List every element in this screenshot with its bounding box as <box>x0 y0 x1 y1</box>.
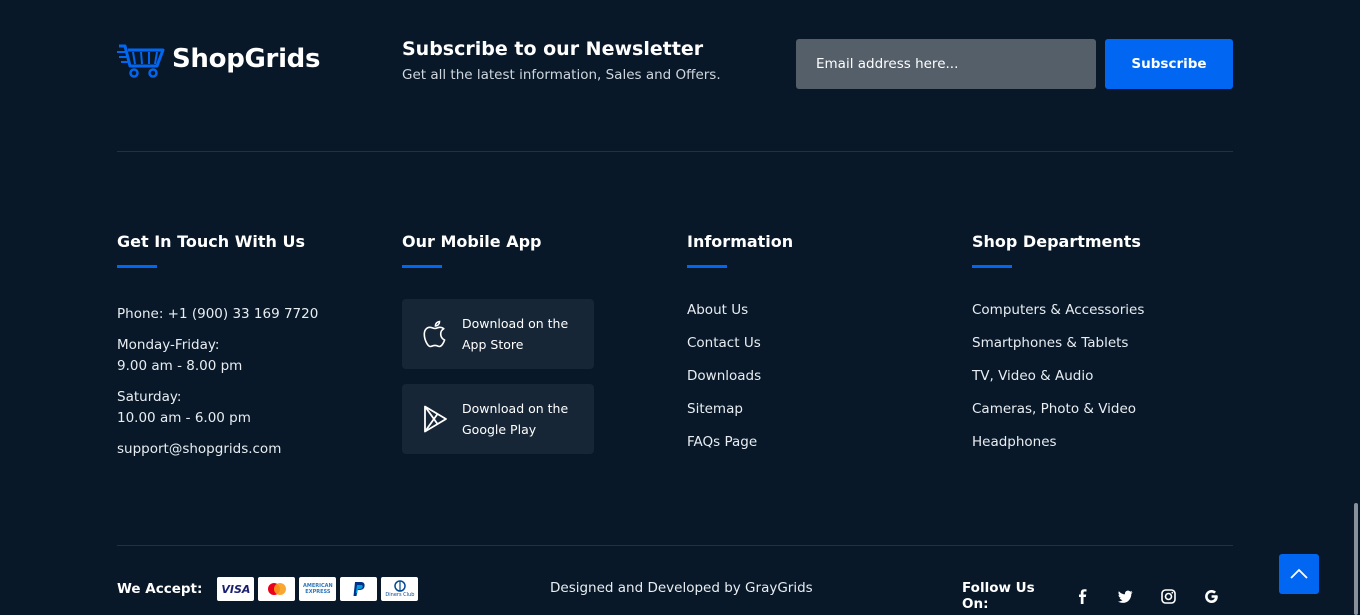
app-store-line1: Download on the <box>462 316 569 331</box>
american-express-icon: AMERICAN EXPRESS <box>299 577 337 601</box>
brand-name: ShopGrids <box>172 44 321 74</box>
brand-logo[interactable]: ShopGrids <box>117 38 320 80</box>
departments-column: Shop Departments Computers & Accessories… <box>972 232 1242 465</box>
app-store-button[interactable]: Download on the App Store <box>402 299 594 369</box>
diners-text: Diners Club <box>385 592 415 598</box>
newsletter-subtitle: Get all the latest information, Sales an… <box>402 67 721 83</box>
follow-label: Follow Us On: <box>962 580 1035 612</box>
link-smartphones[interactable]: Smartphones & Tablets <box>972 333 1242 366</box>
contact-column: Get In Touch With Us Phone: +1 (900) 33 … <box>117 232 387 460</box>
play-store-icon <box>424 405 447 433</box>
title-underline <box>402 265 442 268</box>
contact-email[interactable]: support@shopgrids.com <box>117 439 387 460</box>
google-icon[interactable] <box>1190 589 1233 604</box>
saturday-hours: 10.00 am - 6.00 pm <box>117 410 251 426</box>
title-underline <box>972 265 1012 268</box>
saturday-label: Saturday: <box>117 389 182 405</box>
social-follow: Follow Us On: <box>962 580 1233 612</box>
apple-icon <box>423 320 446 348</box>
diners-club-icon: Diners Club <box>381 577 419 601</box>
newsletter-text: Subscribe to our Newsletter Get all the … <box>402 38 721 83</box>
google-play-line2: Google Play <box>462 422 537 437</box>
subscribe-button[interactable]: Subscribe <box>1105 39 1233 89</box>
mobile-app-column: Our Mobile App Download on the App Store <box>402 232 672 454</box>
link-sitemap[interactable]: Sitemap <box>687 399 957 432</box>
information-column: Information About Us Contact Us Download… <box>687 232 957 465</box>
instagram-icon[interactable] <box>1147 588 1190 604</box>
contact-title: Get In Touch With Us <box>117 232 305 251</box>
mastercard-icon <box>258 577 296 601</box>
link-computers[interactable]: Computers & Accessories <box>972 300 1242 333</box>
payment-methods: We Accept: VISA AMERICAN EXPRESS Diners … <box>117 577 422 601</box>
visa-text: VISA <box>221 582 251 596</box>
visa-icon: VISA <box>217 577 255 601</box>
credit-text: Designed and Developed by GrayGrids <box>550 580 813 596</box>
amex-text: AMERICAN EXPRESS <box>303 583 333 595</box>
link-tv-video[interactable]: TV, Video & Audio <box>972 366 1242 399</box>
google-play-line1: Download on the <box>462 401 569 416</box>
link-headphones[interactable]: Headphones <box>972 432 1242 465</box>
title-underline <box>687 265 727 268</box>
mobile-app-title: Our Mobile App <box>402 232 542 251</box>
contact-phone[interactable]: Phone: +1 (900) 33 169 7720 <box>117 304 387 325</box>
chevron-up-icon <box>1290 568 1308 579</box>
page-scrollbar[interactable] <box>1352 0 1360 615</box>
email-input[interactable] <box>796 39 1096 89</box>
link-downloads[interactable]: Downloads <box>687 366 957 399</box>
google-play-button[interactable]: Download on the Google Play <box>402 384 594 454</box>
link-contact-us[interactable]: Contact Us <box>687 333 957 366</box>
information-title: Information <box>687 232 794 251</box>
link-faqs[interactable]: FAQs Page <box>687 432 957 465</box>
departments-title: Shop Departments <box>972 232 1141 251</box>
newsletter-title: Subscribe to our Newsletter <box>402 38 704 60</box>
facebook-icon[interactable] <box>1061 588 1104 604</box>
top-divider <box>117 151 1233 152</box>
twitter-icon[interactable] <box>1104 589 1147 604</box>
link-cameras[interactable]: Cameras, Photo & Video <box>972 399 1242 432</box>
scrollbar-thumb[interactable] <box>1354 503 1358 615</box>
bottom-divider <box>117 545 1233 546</box>
link-about-us[interactable]: About Us <box>687 300 957 333</box>
paypal-icon <box>340 577 378 601</box>
scroll-to-top-button[interactable] <box>1279 554 1319 594</box>
app-store-line2: App Store <box>462 337 524 352</box>
weekday-label: Monday-Friday: <box>117 337 220 353</box>
shopping-cart-icon <box>117 44 165 78</box>
title-underline <box>117 265 157 268</box>
weekday-hours: 9.00 am - 8.00 pm <box>117 358 243 374</box>
accept-label: We Accept: <box>117 581 203 597</box>
